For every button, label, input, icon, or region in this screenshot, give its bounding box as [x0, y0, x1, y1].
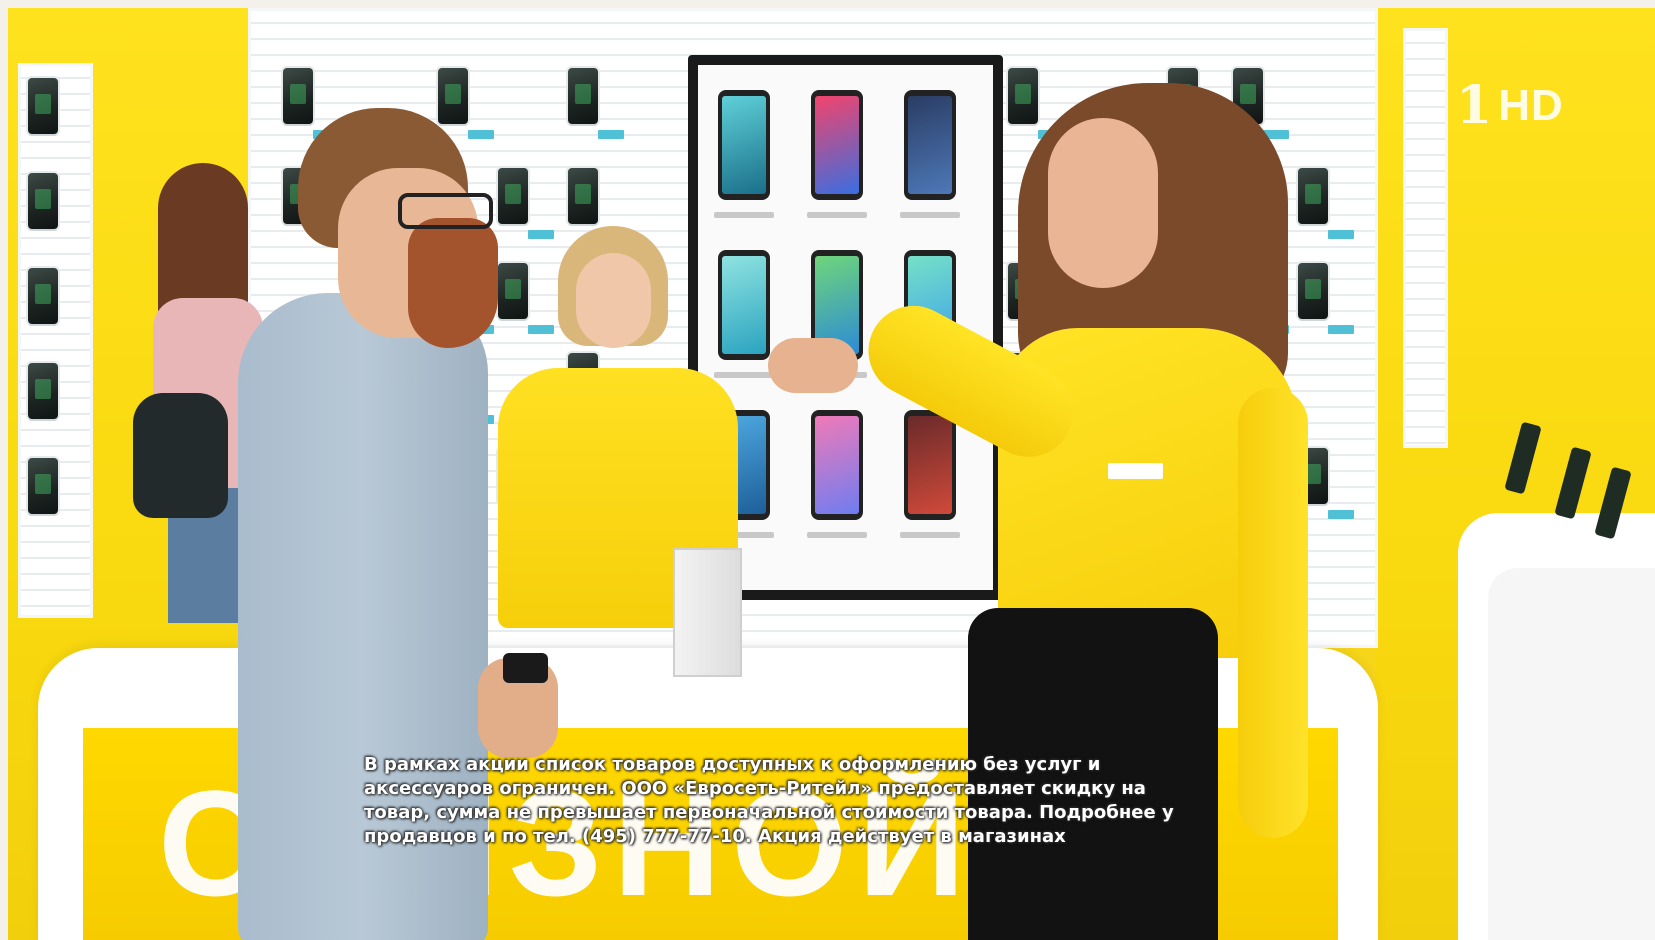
- catalog-phone: [904, 410, 956, 520]
- catalog-price-line: [900, 532, 960, 538]
- legal-disclaimer: В рамках акции список товаров доступных …: [364, 753, 1324, 849]
- display-phone: [498, 168, 528, 224]
- disclaimer-line: аксессуаров ограничен. ООО «Евросеть-Рит…: [364, 778, 1146, 799]
- disclaimer-line: товар, сумма не превышает первоначальной…: [364, 802, 1174, 823]
- display-phone: [28, 458, 58, 514]
- catalog-price-line: [714, 212, 774, 218]
- catalog-phone: [811, 90, 863, 200]
- catalog-phone-screen: [815, 416, 859, 514]
- disclaimer-line: продавцов и по тел. (495) 777-77-10. Акц…: [364, 826, 1066, 847]
- display-phone: [1298, 263, 1328, 319]
- display-phone: [28, 78, 58, 134]
- price-tag: [468, 130, 494, 139]
- wristwatch: [503, 653, 548, 683]
- catalog-phone: [904, 90, 956, 200]
- catalog-phone-screen: [908, 416, 952, 514]
- price-tag: [1328, 230, 1354, 239]
- presenter-face: [1048, 118, 1158, 288]
- display-phone: [28, 363, 58, 419]
- catalog-price-line: [807, 212, 867, 218]
- channel-one-icon: 1: [1456, 75, 1493, 136]
- catalog-price-line: [900, 212, 960, 218]
- customer-beard: [408, 218, 498, 348]
- price-tag: [1328, 510, 1354, 519]
- price-tag: [1328, 325, 1354, 334]
- display-phone: [498, 263, 528, 319]
- catalog-phone-screen: [722, 96, 766, 194]
- display-phone: [283, 68, 313, 124]
- catalog-phone-screen: [722, 256, 766, 354]
- display-phone: [28, 173, 58, 229]
- price-tag: [528, 230, 554, 239]
- presenter-hand: [768, 338, 858, 393]
- scene: СВЯЗНОЙ 1 HD В рамках акции список товар…: [8, 8, 1655, 940]
- name-badge: [1108, 463, 1163, 479]
- display-phone: [1298, 168, 1328, 224]
- display-phone: [568, 168, 598, 224]
- display-phone: [1008, 68, 1038, 124]
- catalog-phone: [718, 90, 770, 200]
- display-phone: [438, 68, 468, 124]
- product-box: [673, 548, 742, 677]
- disclaimer-line: В рамках акции список товаров доступных …: [364, 754, 1101, 775]
- backpack: [133, 393, 228, 518]
- catalog-phone: [718, 250, 770, 360]
- catalog-phone-screen: [908, 96, 952, 194]
- hd-badge: HD: [1498, 81, 1564, 130]
- price-tag: [598, 130, 624, 139]
- display-table-top: [1488, 568, 1655, 940]
- phone-display-panel-left: [18, 63, 93, 618]
- catalog-price-line: [807, 532, 867, 538]
- price-tag: [528, 325, 554, 334]
- phone-display-panel-right: [1403, 28, 1448, 448]
- display-phone: [568, 68, 598, 124]
- glasses: [398, 193, 493, 229]
- display-phone: [28, 268, 58, 324]
- channel-logo: 1 HD: [1456, 80, 1564, 132]
- cashier-face: [576, 253, 651, 348]
- catalog-phone: [811, 410, 863, 520]
- catalog-price-line: [714, 372, 774, 378]
- catalog-phone-screen: [815, 96, 859, 194]
